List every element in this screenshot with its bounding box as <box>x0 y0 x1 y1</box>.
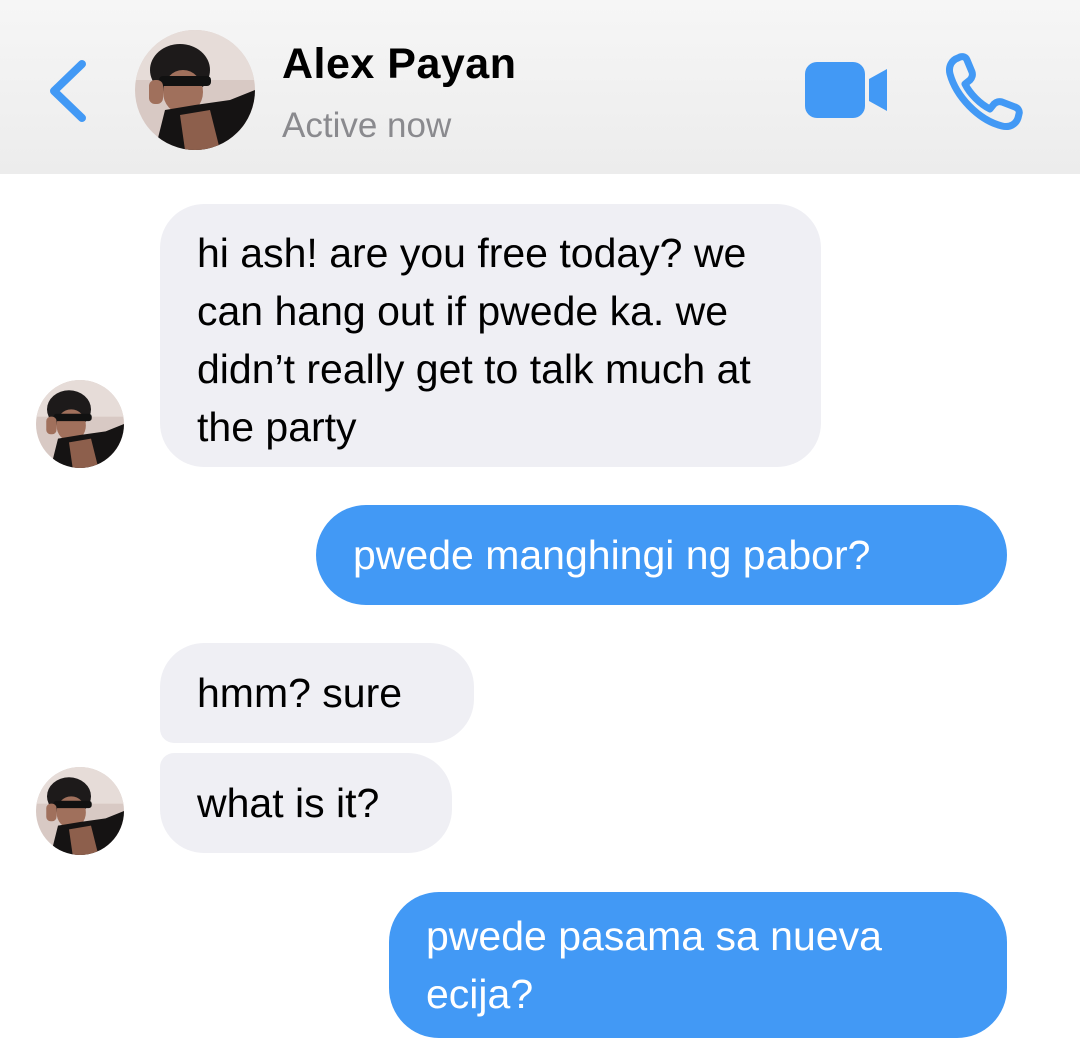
back-button[interactable] <box>44 56 92 126</box>
video-camera-icon <box>805 62 887 118</box>
message-incoming[interactable]: hmm? sure <box>160 643 474 743</box>
contact-name[interactable]: Alex Payan <box>282 40 516 89</box>
message-outgoing[interactable]: pwede manghingi ng pabor? <box>316 505 1007 605</box>
avatar-photo <box>135 30 255 150</box>
active-status: Active now <box>282 106 452 145</box>
video-call-button[interactable] <box>805 62 889 118</box>
message-incoming[interactable]: hi ash! are you free today? we can hang … <box>160 204 821 467</box>
chat-header: Alex Payan Active now <box>0 0 1080 174</box>
message-outgoing[interactable]: pwede pasama sa nueva ecija? <box>389 892 1007 1038</box>
phone-icon <box>946 53 1023 130</box>
avatar <box>36 380 124 468</box>
chevron-left-icon <box>50 60 86 122</box>
message-incoming[interactable]: what is it? <box>160 753 452 853</box>
avatar <box>36 767 124 855</box>
avatar[interactable] <box>135 30 255 150</box>
voice-call-button[interactable] <box>944 52 1024 132</box>
